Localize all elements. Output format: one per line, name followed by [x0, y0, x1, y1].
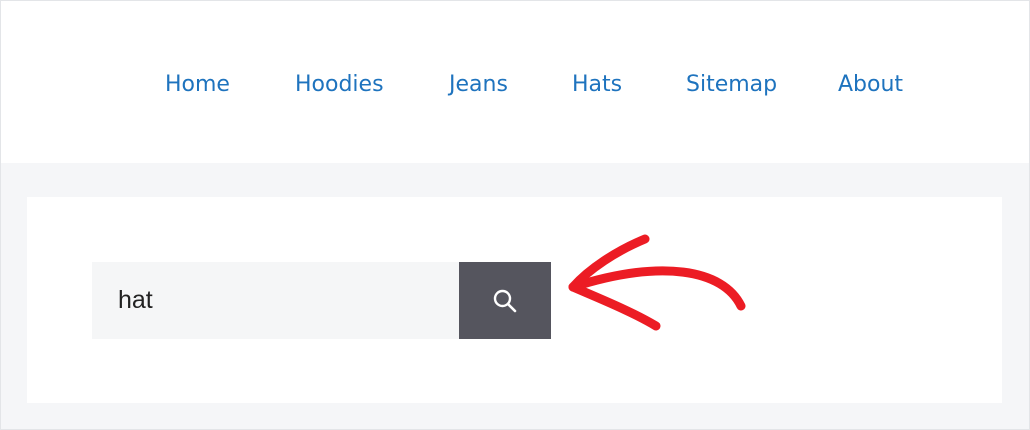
search-form	[92, 262, 552, 339]
nav-link-hoodies[interactable]: Hoodies	[295, 69, 384, 101]
nav-link-about[interactable]: About	[838, 69, 903, 101]
search-input[interactable]	[92, 262, 459, 339]
search-button[interactable]	[459, 262, 551, 339]
site-header: Home Hoodies Jeans Hats Sitemap About	[1, 1, 1029, 163]
nav-link-sitemap[interactable]: Sitemap	[686, 69, 777, 101]
content-box	[27, 197, 1002, 403]
nav-link-jeans[interactable]: Jeans	[449, 69, 508, 101]
nav-link-hats[interactable]: Hats	[572, 69, 622, 101]
search-icon	[493, 289, 517, 312]
main-navigation: Home Hoodies Jeans Hats Sitemap About	[1, 69, 1029, 103]
nav-link-home[interactable]: Home	[165, 69, 230, 101]
